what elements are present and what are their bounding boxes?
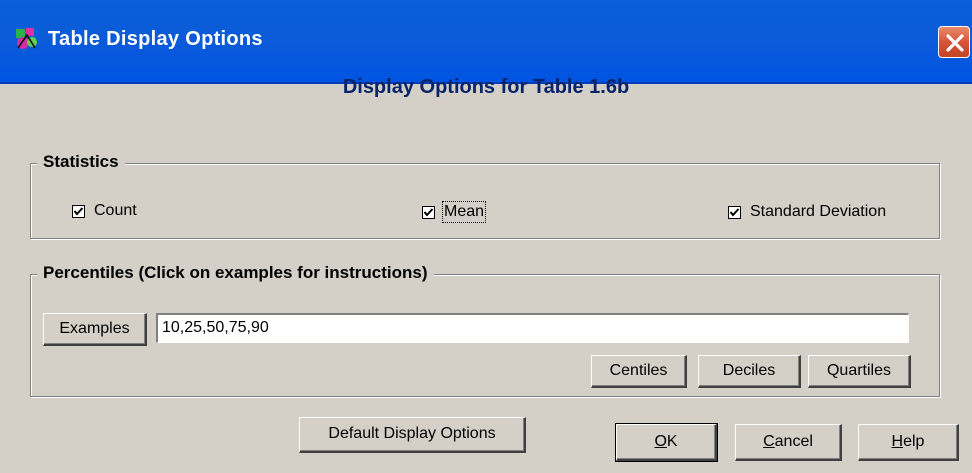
app-icon <box>14 26 40 52</box>
help-accelerator: H <box>891 433 904 450</box>
std-dev-label: Standard Deviation <box>750 203 887 220</box>
window-title: Table Display Options <box>48 28 263 50</box>
default-display-options-button[interactable]: Default Display Options <box>299 417 526 453</box>
ok-accelerator: O <box>654 433 667 450</box>
std-dev-checkbox[interactable]: Standard Deviation <box>728 203 886 221</box>
cancel-accelerator: C <box>763 433 775 450</box>
percentiles-input[interactable]: 10,25,50,75,90 <box>156 313 909 343</box>
dialog-window: Table Display Options Display Options fo… <box>0 0 972 473</box>
ok-label-rest: K <box>666 433 678 450</box>
help-button[interactable]: Help <box>858 424 959 461</box>
centiles-button[interactable]: Centiles <box>591 355 687 388</box>
mean-check-box[interactable] <box>422 205 435 219</box>
mean-label: Mean <box>441 201 487 223</box>
cancel-label-rest: ancel <box>774 433 813 450</box>
cancel-button[interactable]: Cancel <box>735 424 842 461</box>
count-label: Count <box>94 202 137 219</box>
help-label-rest: elp <box>903 433 925 450</box>
title-bar[interactable]: Table Display Options <box>0 0 972 84</box>
mean-checkbox[interactable]: Mean <box>422 201 487 223</box>
statistics-group <box>30 163 940 239</box>
count-check-box[interactable] <box>72 204 85 218</box>
dialog-content: Display Options for Table 1.6b Statistic… <box>0 76 972 473</box>
close-button[interactable] <box>938 26 970 58</box>
statistics-group-label: Statistics <box>37 152 125 172</box>
std-dev-check-box[interactable] <box>728 205 741 219</box>
quartiles-button[interactable]: Quartiles <box>808 355 911 388</box>
deciles-button[interactable]: Deciles <box>698 355 801 388</box>
ok-button[interactable]: OK <box>615 423 718 462</box>
count-checkbox[interactable]: Count <box>72 202 137 220</box>
examples-button[interactable]: Examples <box>43 313 147 346</box>
percentiles-group-label: Percentiles (Click on examples for instr… <box>37 263 434 283</box>
dialog-heading: Display Options for Table 1.6b <box>342 76 630 98</box>
